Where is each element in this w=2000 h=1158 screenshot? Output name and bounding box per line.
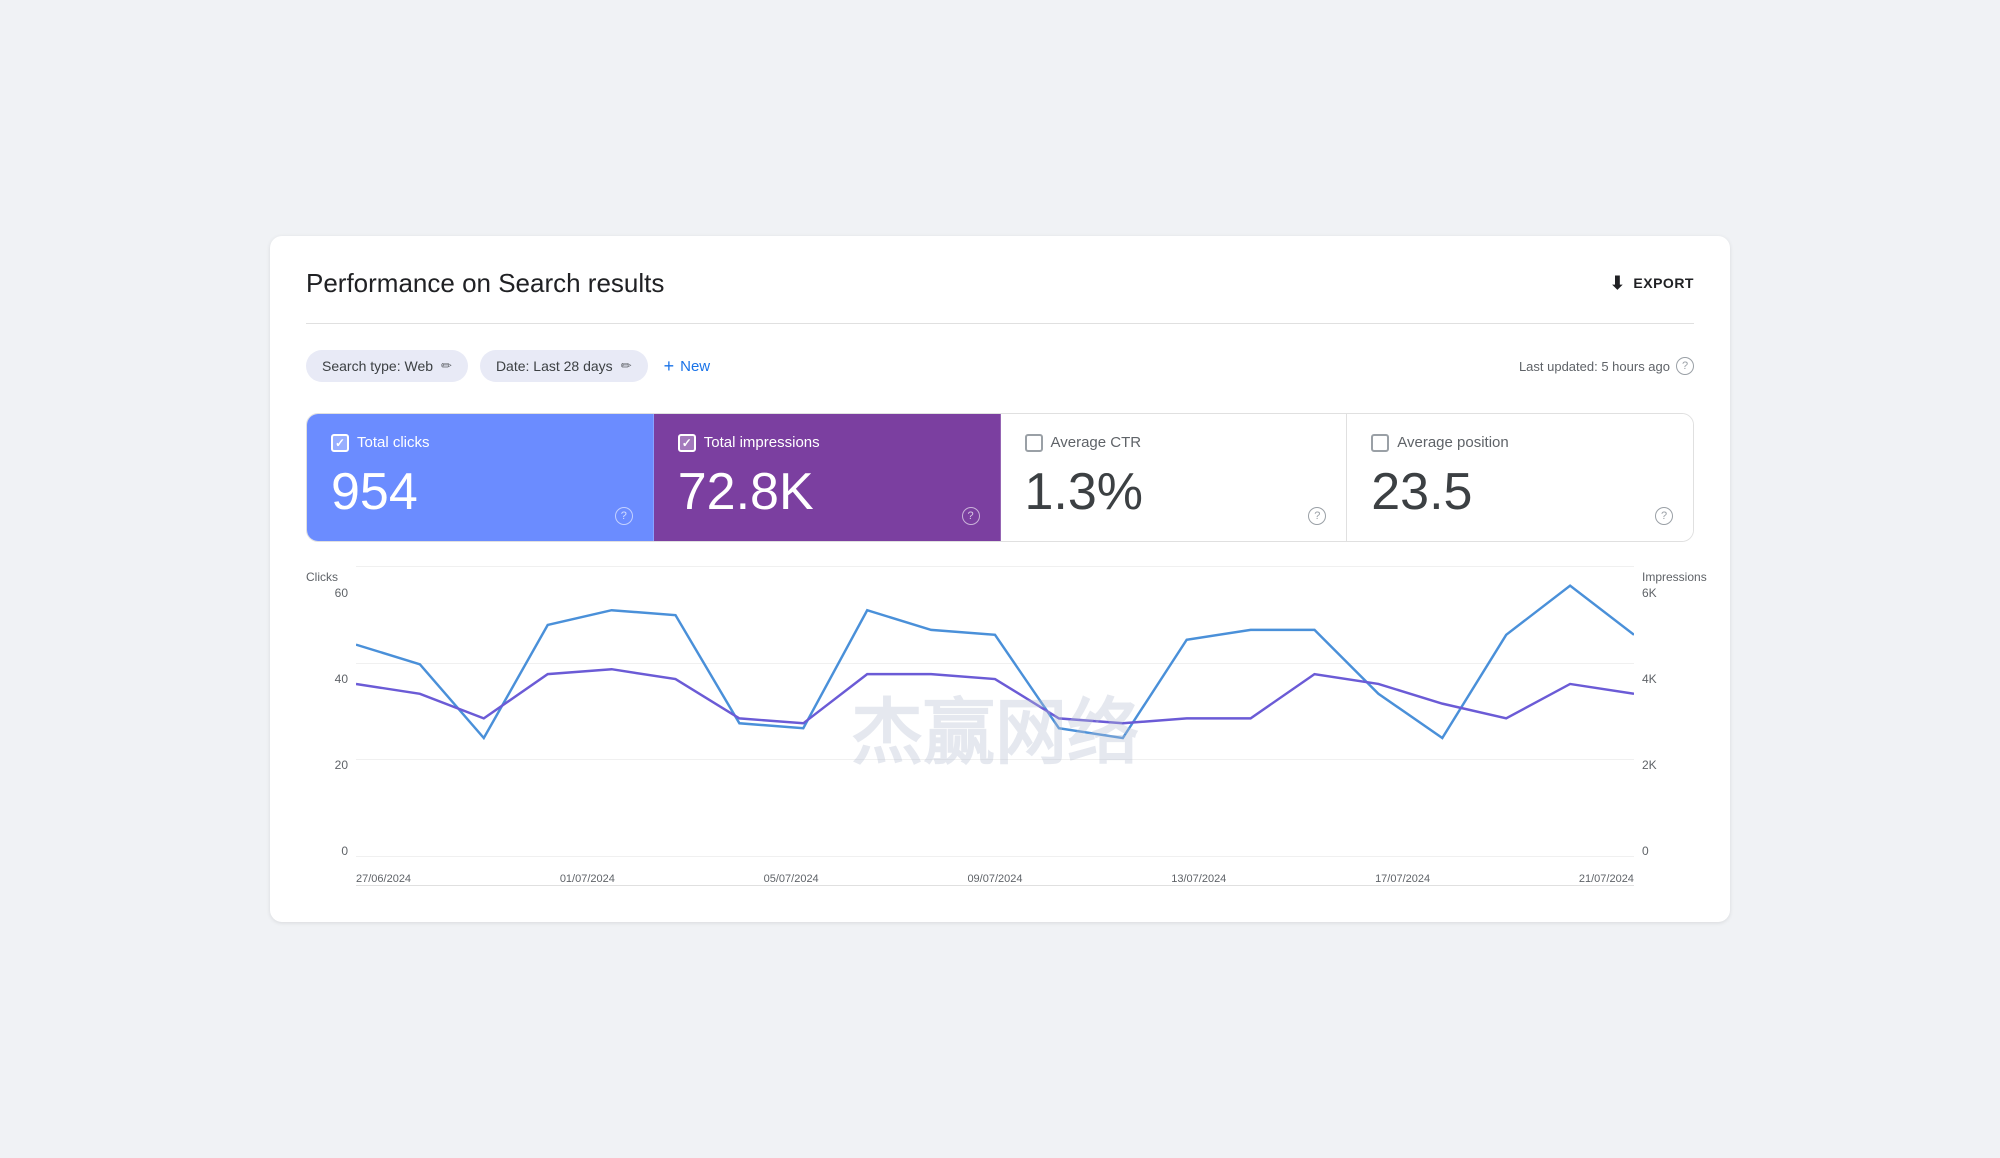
metric-help-ctr: ? xyxy=(1308,506,1326,525)
last-updated: Last updated: 5 hours ago ? xyxy=(1519,357,1694,375)
clicks-line xyxy=(356,669,1634,723)
export-button[interactable]: ⬇ EXPORT xyxy=(1610,273,1694,294)
plus-icon: + xyxy=(664,356,675,377)
metric-value-clicks: 954 xyxy=(331,464,629,521)
x-label-5: 17/07/2024 xyxy=(1375,873,1430,885)
y-axis-left-title: Clicks xyxy=(306,570,356,584)
chart-axes: Clicks 60 40 20 0 杰赢网络 xyxy=(306,566,1694,886)
metric-header-ctr: Average CTR xyxy=(1025,434,1323,452)
metric-value-ctr: 1.3% xyxy=(1025,464,1323,521)
metric-label-clicks: Total clicks xyxy=(357,434,430,451)
y-label-60: 60 xyxy=(306,586,356,600)
x-label-2: 05/07/2024 xyxy=(764,873,819,885)
checkbox-impressions[interactable]: ✓ xyxy=(678,434,696,452)
new-label: New xyxy=(680,358,710,375)
metric-label-impressions: Total impressions xyxy=(704,434,820,451)
download-icon: ⬇ xyxy=(1610,273,1626,294)
metric-value-position: 23.5 xyxy=(1371,464,1669,521)
metric-header-position: Average position xyxy=(1371,434,1669,452)
metric-card-position[interactable]: Average position 23.5 ? xyxy=(1347,414,1693,541)
impressions-line xyxy=(356,586,1634,738)
divider xyxy=(306,323,1694,324)
y-label-4k: 4K xyxy=(1634,672,1694,686)
metric-card-clicks[interactable]: ✓ Total clicks 954 ? xyxy=(307,414,654,541)
x-label-0: 27/06/2024 xyxy=(356,873,411,885)
x-label-3: 09/07/2024 xyxy=(967,873,1022,885)
chart-inner: 杰赢网络 27/06/2024 01/07/2024 05/07/2024 09… xyxy=(356,566,1634,886)
metric-help-clicks: ? xyxy=(615,506,633,525)
metric-value-impressions: 72.8K xyxy=(678,464,976,521)
metrics-row: ✓ Total clicks 954 ? ✓ Total impressions… xyxy=(306,413,1694,542)
pencil-icon-date: ✏ xyxy=(621,358,632,374)
checkbox-clicks[interactable]: ✓ xyxy=(331,434,349,452)
search-type-filter[interactable]: Search type: Web ✏ xyxy=(306,350,468,382)
y-label-6k: 6K xyxy=(1634,586,1694,600)
x-label-4: 13/07/2024 xyxy=(1171,873,1226,885)
last-updated-text: Last updated: 5 hours ago xyxy=(1519,359,1670,374)
metric-card-impressions[interactable]: ✓ Total impressions 72.8K ? xyxy=(654,414,1001,541)
help-icon-ctr[interactable]: ? xyxy=(1308,507,1326,525)
date-label: Date: Last 28 days xyxy=(496,358,613,374)
y-label-40: 40 xyxy=(306,672,356,686)
metric-label-position: Average position xyxy=(1397,434,1508,451)
pencil-icon: ✏ xyxy=(441,358,452,374)
header-row: Performance on Search results ⬇ EXPORT xyxy=(306,268,1694,299)
metric-header-clicks: ✓ Total clicks xyxy=(331,434,629,452)
metric-help-impressions: ? xyxy=(962,506,980,525)
metric-help-position: ? xyxy=(1655,506,1673,525)
chart-svg xyxy=(356,566,1634,831)
x-labels: 27/06/2024 01/07/2024 05/07/2024 09/07/2… xyxy=(356,857,1634,885)
help-icon-impressions[interactable]: ? xyxy=(962,507,980,525)
y-axis-left: Clicks 60 40 20 0 xyxy=(306,566,356,886)
y-axis-right-title: Impressions xyxy=(1634,570,1694,584)
y-label-0-left: 0 xyxy=(306,844,356,858)
new-button[interactable]: + New xyxy=(660,348,715,385)
y-axis-right: Impressions 6K 4K 2K 0 xyxy=(1634,566,1694,886)
chart-container: Clicks 60 40 20 0 杰赢网络 xyxy=(306,566,1694,886)
checkbox-ctr[interactable] xyxy=(1025,434,1043,452)
y-label-2k: 2K xyxy=(1634,758,1694,772)
search-type-label: Search type: Web xyxy=(322,358,433,374)
x-label-1: 01/07/2024 xyxy=(560,873,615,885)
help-icon-updated[interactable]: ? xyxy=(1676,357,1694,375)
metric-header-impressions: ✓ Total impressions xyxy=(678,434,976,452)
filter-row: Search type: Web ✏ Date: Last 28 days ✏ … xyxy=(306,348,1694,385)
y-label-0-right: 0 xyxy=(1634,844,1694,858)
help-icon-clicks[interactable]: ? xyxy=(615,507,633,525)
checkbox-position[interactable] xyxy=(1371,434,1389,452)
x-label-6: 21/07/2024 xyxy=(1579,873,1634,885)
page-title: Performance on Search results xyxy=(306,268,664,299)
date-filter[interactable]: Date: Last 28 days ✏ xyxy=(480,350,648,382)
metric-label-ctr: Average CTR xyxy=(1051,434,1142,451)
y-label-20: 20 xyxy=(306,758,356,772)
metric-card-ctr[interactable]: Average CTR 1.3% ? xyxy=(1001,414,1348,541)
help-icon-position[interactable]: ? xyxy=(1655,507,1673,525)
performance-card: Performance on Search results ⬇ EXPORT S… xyxy=(270,236,1730,922)
